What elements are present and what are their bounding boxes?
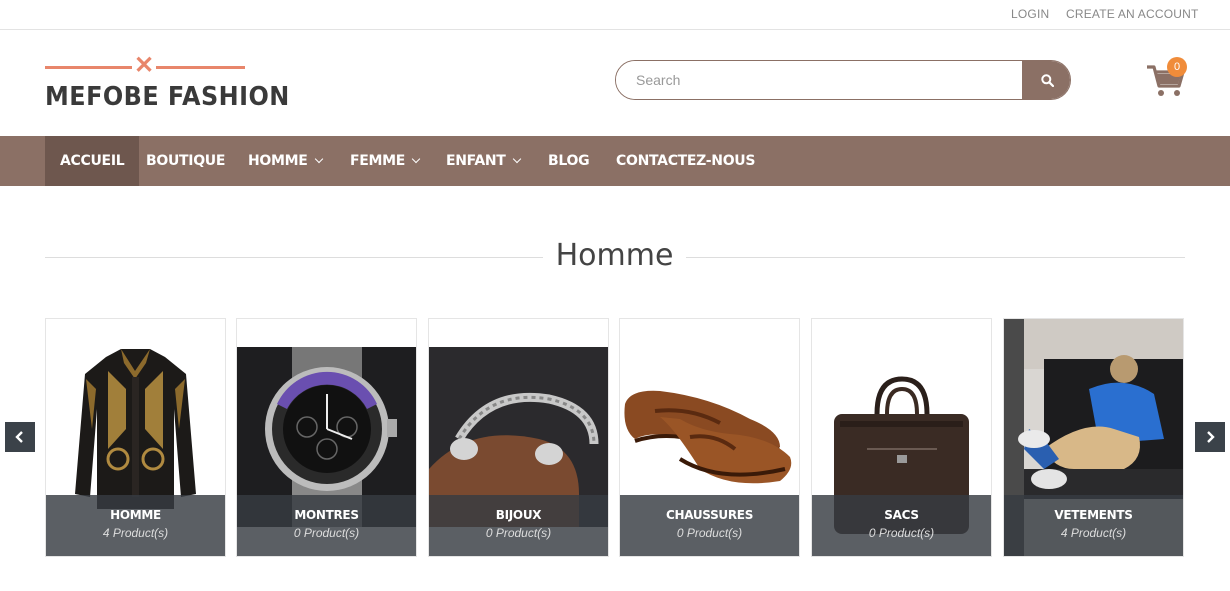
category-count: 0 Product(s)	[868, 526, 935, 540]
login-link[interactable]: LOGIN	[1011, 7, 1049, 21]
category-count: 0 Product(s)	[485, 526, 552, 540]
logo-text: MEFOBE FASHION	[45, 82, 290, 112]
search-bar	[615, 60, 1071, 100]
chevron-down-icon	[512, 154, 521, 164]
category-card-vetements[interactable]: VETEMENTS 4 Product(s)	[1003, 318, 1184, 557]
divider	[686, 257, 1185, 258]
top-bar: LOGIN CREATE AN ACCOUNT	[0, 0, 1230, 30]
category-card-bijoux[interactable]: BIJOUX 0 Product(s)	[428, 318, 609, 557]
category-count: 0 Product(s)	[293, 526, 360, 540]
logo-x-icon: ✕	[134, 52, 155, 79]
category-card-sacs[interactable]: SACS 0 Product(s)	[811, 318, 992, 557]
cart-button[interactable]: 0	[1146, 57, 1188, 98]
chevron-right-icon	[1207, 431, 1215, 443]
category-count: 4 Product(s)	[1060, 526, 1127, 540]
nav-item-blog[interactable]: BLOG	[548, 136, 590, 186]
cart-count-badge: 0	[1167, 57, 1187, 77]
category-card-homme[interactable]: HOMME 4 Product(s)	[45, 318, 226, 557]
category-count: 4 Product(s)	[102, 526, 169, 540]
site-logo[interactable]: ✕ MEFOBE FASHION	[45, 52, 289, 112]
category-name: CHAUSSURES	[665, 508, 754, 522]
nav-item-accueil[interactable]: ACCUEIL	[45, 136, 140, 186]
search-icon	[1040, 73, 1054, 87]
create-account-link[interactable]: CREATE AN ACCOUNT	[1066, 7, 1199, 21]
chevron-left-icon	[15, 431, 23, 443]
category-count: 0 Product(s)	[676, 526, 743, 540]
category-name: BIJOUX	[495, 508, 542, 522]
nav-item-homme[interactable]: HOMME	[248, 136, 323, 186]
section-title: Homme	[555, 238, 674, 273]
nav-item-enfant[interactable]: ENFANT	[446, 136, 521, 186]
nav-item-boutique[interactable]: BOUTIQUE	[146, 136, 225, 186]
main-nav: ACCUEIL BOUTIQUE HOMME FEMME ENFANT BLOG…	[0, 136, 1230, 186]
chevron-down-icon	[411, 154, 421, 164]
category-name: HOMME	[110, 508, 161, 522]
category-card-montres[interactable]: MONTRES 0 Product(s)	[236, 318, 417, 557]
carousel-prev-button[interactable]	[5, 422, 35, 452]
divider	[45, 257, 543, 258]
category-name: SACS	[884, 508, 919, 522]
search-input[interactable]	[616, 61, 1022, 99]
category-name: MONTRES	[294, 508, 359, 522]
category-name: VETEMENTS	[1054, 508, 1133, 522]
nav-item-femme[interactable]: FEMME	[350, 136, 421, 186]
chevron-down-icon	[314, 154, 323, 164]
nav-item-contactez-nous[interactable]: CONTACTEZ-NOUS	[616, 136, 755, 186]
category-card-chaussures[interactable]: CHAUSSURES 0 Product(s)	[619, 318, 800, 557]
carousel-next-button[interactable]	[1195, 422, 1225, 452]
search-button[interactable]	[1022, 61, 1070, 99]
